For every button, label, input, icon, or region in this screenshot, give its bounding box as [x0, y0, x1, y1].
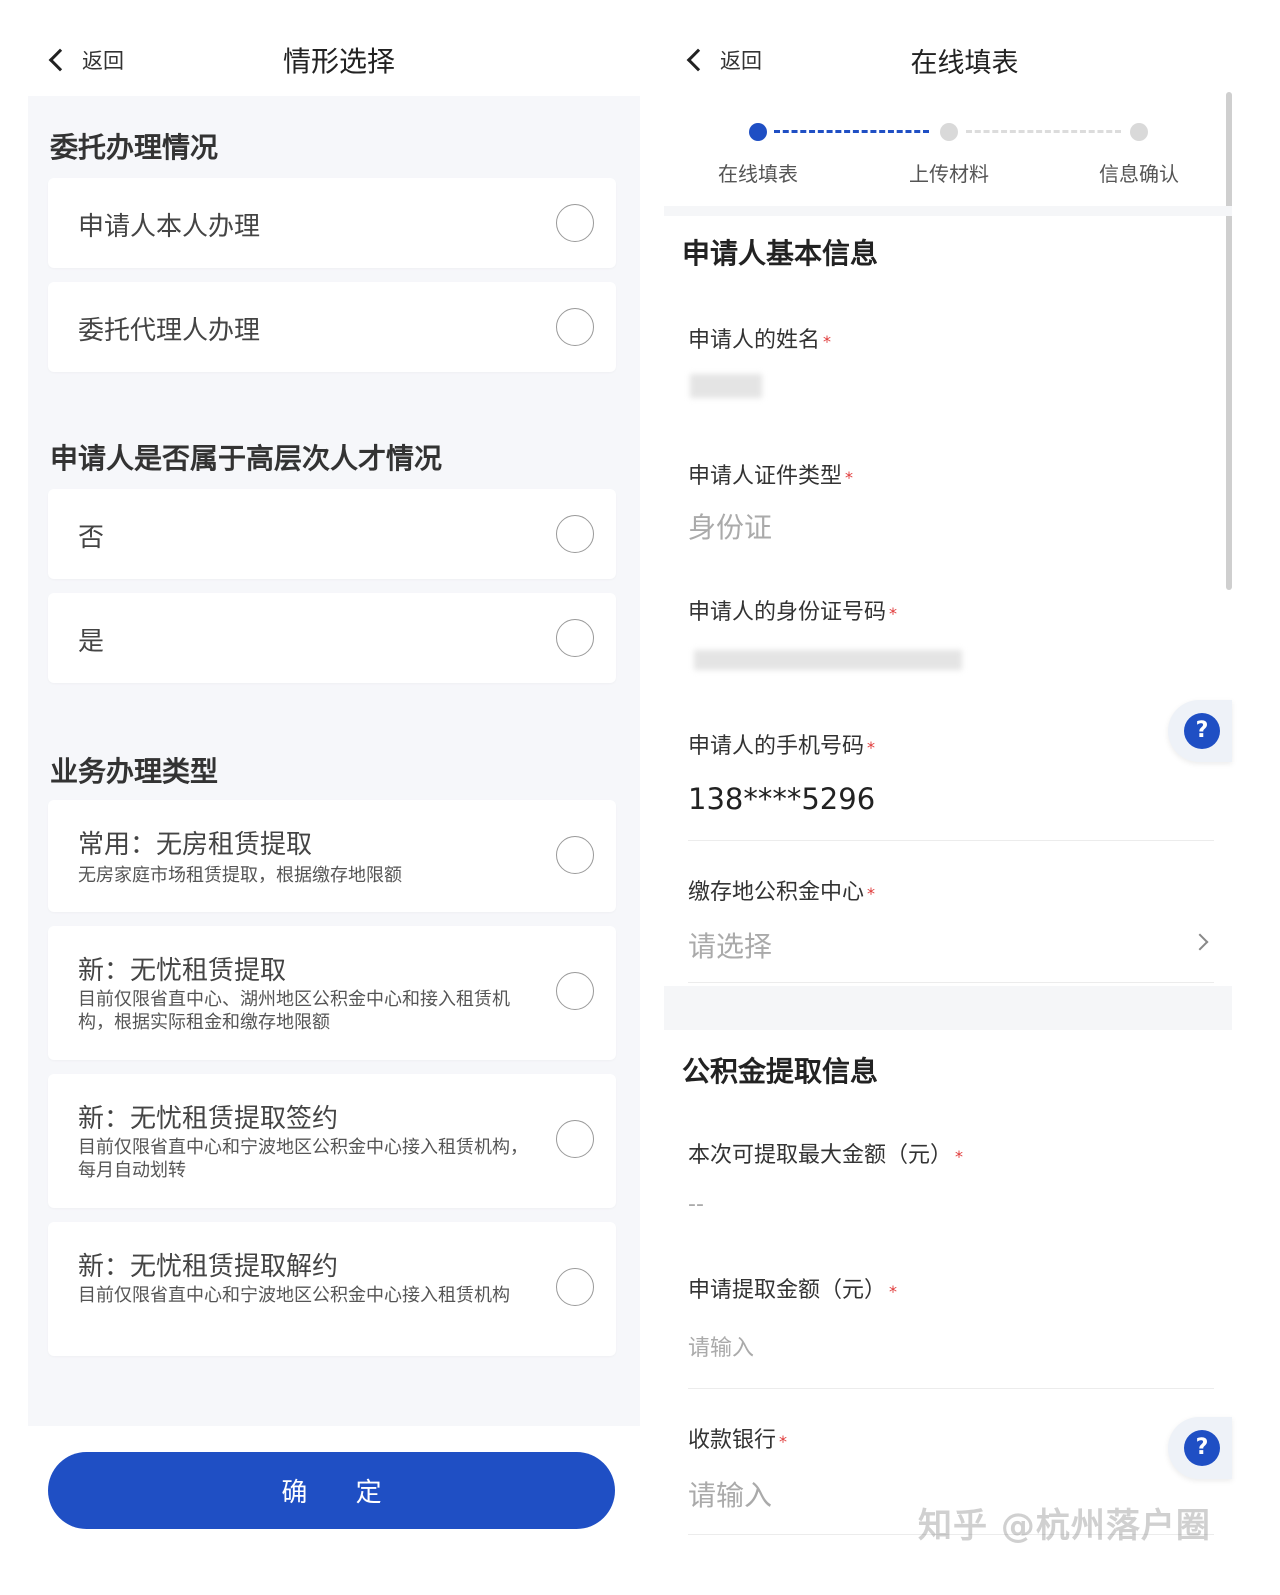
step-dot-1 — [749, 123, 767, 141]
withdraw-info-title: 公积金提取信息 — [682, 1055, 879, 1088]
step-label-confirm: 信息确认 — [1099, 162, 1179, 186]
option-label: 新：无忧租赁提取签约 — [78, 1104, 339, 1134]
option-label: 申请人本人办理 — [78, 212, 261, 242]
radio-button[interactable] — [556, 836, 594, 874]
required-mark: * — [955, 1147, 964, 1166]
label-text: 申请人的手机号码 — [688, 734, 865, 759]
option-talent-no[interactable]: 否 — [48, 489, 616, 579]
option-label: 否 — [78, 523, 105, 553]
step-label-fill-form: 在线填表 — [718, 162, 798, 186]
page-title: 情形选择 — [282, 45, 395, 78]
divider — [688, 1388, 1214, 1389]
required-mark: * — [867, 884, 876, 903]
id-number-label: 申请人的身份证号码 * — [688, 594, 897, 626]
required-mark: * — [779, 1432, 788, 1451]
radio-button[interactable] — [556, 308, 594, 346]
option-description: 无房家庭市场租赁提取，根据缴存地限额 — [78, 865, 402, 886]
right-navbar: 返回 在线填表 — [682, 28, 1247, 92]
center-select[interactable]: 请选择 — [688, 925, 772, 965]
basic-info-title: 申请人基本信息 — [682, 237, 879, 270]
radio-button[interactable] — [556, 972, 594, 1010]
section-title-delegation: 委托办理情况 — [50, 131, 219, 164]
option-label: 委托代理人办理 — [78, 316, 261, 346]
option-label: 新：无忧租赁提取解约 — [78, 1252, 339, 1282]
required-mark: * — [889, 1282, 898, 1301]
watermark: 知乎 @杭州落户圈 — [918, 1506, 1211, 1546]
radio-button[interactable] — [556, 1268, 594, 1306]
online-form-screen: 返回 在线填表 在线填表 上传材料 信息确认 申请人基本信息 申请人的姓名 * 申… — [664, 0, 1280, 1595]
label-text: 申请人的身份证号码 — [688, 600, 887, 625]
option-worry-free-cancel[interactable]: 新：无忧租赁提取解约 目前仅限省直中心和宁波地区公积金中心接入租赁机构 — [48, 1222, 616, 1356]
option-description: 目前仅限省直中心和宁波地区公积金中心接入租赁机构 — [78, 1285, 510, 1306]
option-self-handle[interactable]: 申请人本人办理 — [48, 178, 616, 268]
max-amount-value: -- — [688, 1192, 704, 1217]
step-connector — [774, 130, 929, 134]
chevron-left-icon — [686, 48, 710, 72]
step-label-upload: 上传材料 — [909, 162, 989, 186]
label-text: 收款银行 — [688, 1428, 777, 1453]
page-title: 在线填表 — [910, 47, 1019, 79]
apply-amount-label: 申请提取金额（元） * — [688, 1272, 897, 1304]
divider — [688, 982, 1214, 983]
option-label: 常用：无房租赁提取 — [78, 830, 313, 860]
back-label: 返回 — [720, 49, 762, 73]
option-description: 目前仅限省直中心、湖州地区公积金中心和接入租赁机构，根据实际租金和缴存地限额 — [78, 989, 510, 1033]
step-dot-3 — [1130, 123, 1148, 141]
label-text: 本次可提取最大金额（元） — [688, 1143, 953, 1168]
section-gap — [664, 986, 1232, 1030]
required-mark: * — [823, 332, 832, 351]
label-text: 申请人证件类型 — [688, 464, 843, 489]
scenario-selection-screen: 返回 情形选择 委托办理情况 申请人本人办理 委托代理人办理 申请人是否属于高层… — [0, 0, 660, 1595]
section-gap — [664, 206, 1232, 216]
question-icon: ? — [1184, 713, 1220, 749]
help-button[interactable]: ? — [1168, 700, 1232, 762]
options-panel: 委托办理情况 申请人本人办理 委托代理人办理 申请人是否属于高层次人才情况 否 … — [28, 96, 640, 1426]
name-label: 申请人的姓名 * — [688, 322, 831, 354]
right-back-button[interactable]: 返回 — [682, 45, 762, 75]
question-icon: ? — [1184, 1430, 1220, 1466]
divider — [688, 840, 1214, 841]
back-label: 返回 — [82, 49, 124, 73]
phone-label: 申请人的手机号码 * — [688, 728, 875, 760]
option-label: 新：无忧租赁提取 — [78, 956, 287, 986]
required-mark: * — [845, 468, 854, 487]
section-title-talent: 申请人是否属于高层次人才情况 — [50, 442, 443, 475]
label-text: 缴存地公积金中心 — [688, 880, 865, 905]
phone-value[interactable]: 138****5296 — [688, 782, 875, 816]
id-type-value[interactable]: 身份证 — [688, 506, 772, 546]
max-amount-label: 本次可提取最大金额（元） * — [688, 1137, 963, 1169]
option-description: 目前仅限省直中心和宁波地区公积金中心接入租赁机构，每月自动划转 — [78, 1137, 528, 1181]
option-worry-free-rental[interactable]: 新：无忧租赁提取 目前仅限省直中心、湖州地区公积金中心和接入租赁机构，根据实际租… — [48, 926, 616, 1060]
step-connector — [966, 130, 1121, 134]
confirm-button[interactable]: 确 定 — [48, 1452, 615, 1529]
option-rental-no-house[interactable]: 常用：无房租赁提取 无房家庭市场租赁提取，根据缴存地限额 — [48, 800, 616, 912]
radio-button[interactable] — [556, 515, 594, 553]
id-type-label: 申请人证件类型 * — [688, 458, 853, 490]
chevron-left-icon — [48, 48, 72, 72]
apply-amount-input[interactable]: 请输入 — [688, 1330, 754, 1362]
left-back-button[interactable]: 返回 — [44, 45, 124, 75]
label-text: 申请提取金额（元） — [688, 1278, 887, 1303]
bank-label: 收款银行 * — [688, 1422, 787, 1454]
radio-button[interactable] — [556, 1120, 594, 1158]
section-title-business-type: 业务办理类型 — [50, 755, 219, 788]
label-text: 申请人的姓名 — [688, 328, 821, 353]
required-mark: * — [889, 604, 898, 623]
option-talent-yes[interactable]: 是 — [48, 593, 616, 683]
option-worry-free-sign[interactable]: 新：无忧租赁提取签约 目前仅限省直中心和宁波地区公积金中心接入租赁机构，每月自动… — [48, 1074, 616, 1208]
redacted-id-number — [694, 650, 962, 670]
center-label: 缴存地公积金中心 * — [688, 874, 875, 906]
progress-stepper: 在线填表 上传材料 信息确认 — [664, 108, 1232, 208]
required-mark: * — [867, 738, 876, 757]
redacted-name — [690, 374, 762, 398]
left-navbar: 返回 情形选择 — [44, 28, 634, 92]
help-button[interactable]: ? — [1168, 1417, 1232, 1479]
option-label: 是 — [78, 627, 105, 657]
chevron-right-icon[interactable] — [1191, 933, 1209, 951]
option-agent-handle[interactable]: 委托代理人办理 — [48, 282, 616, 372]
step-dot-2 — [940, 123, 958, 141]
radio-button[interactable] — [556, 204, 594, 242]
bank-input[interactable]: 请输入 — [688, 1474, 772, 1514]
radio-button[interactable] — [556, 619, 594, 657]
